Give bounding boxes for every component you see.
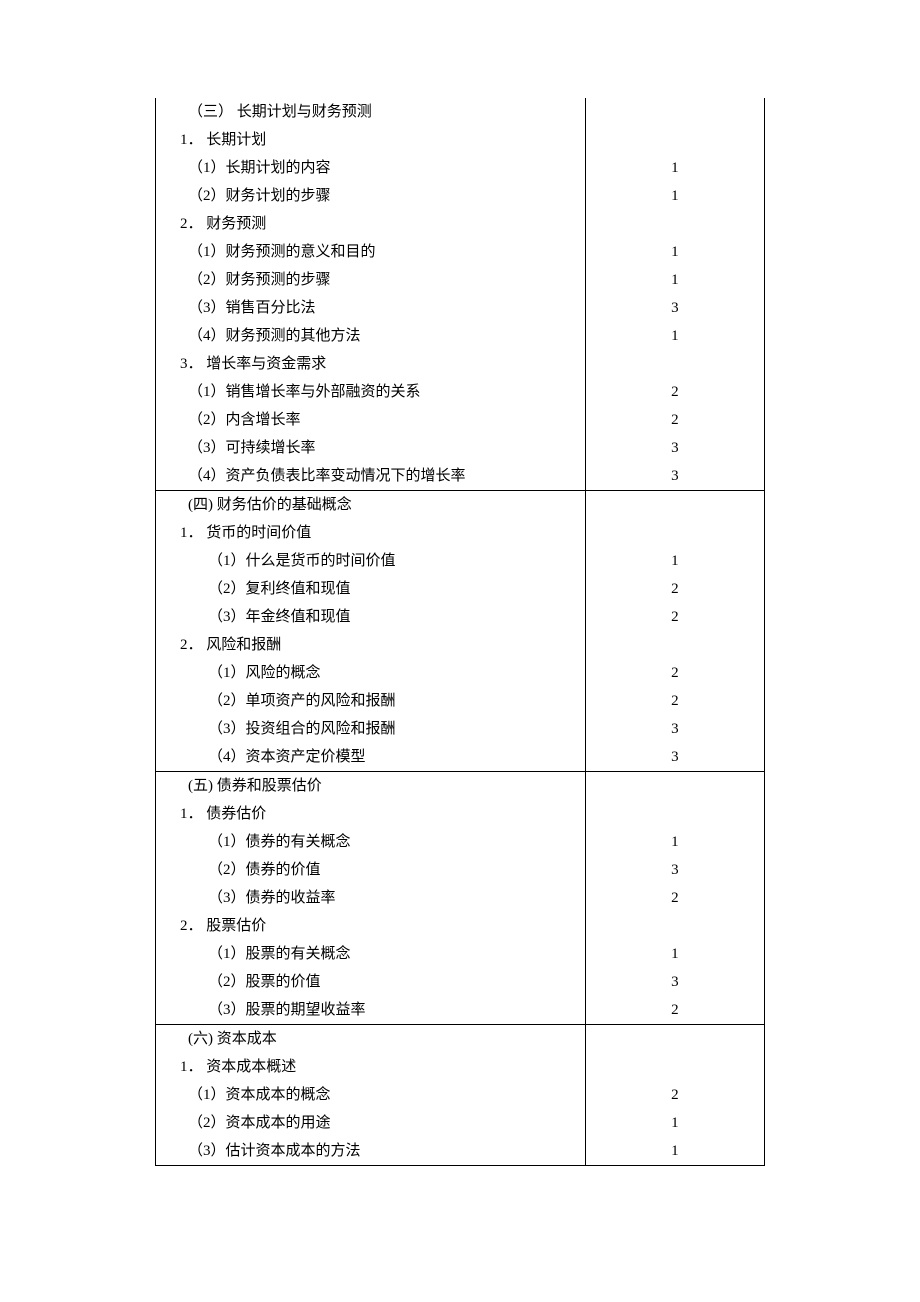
outline-number: 1 (586, 828, 764, 856)
outline-topic: (五) 债券和股票估价 (156, 772, 585, 800)
outline-topic: 1． 债券估价 (156, 800, 585, 828)
outline-topic: 2． 风险和报酬 (156, 631, 585, 659)
outline-topic: （3）可持续增长率 (156, 434, 585, 462)
outline-topic: （2）单项资产的风险和报酬 (156, 687, 585, 715)
outline-number: 2 (586, 603, 764, 631)
outline-topic: （三） 长期计划与财务预测 (156, 98, 585, 126)
outline-number (586, 800, 764, 828)
outline-number: 2 (586, 659, 764, 687)
outline-number: 1 (586, 1137, 764, 1165)
outline-topic: 2． 股票估价 (156, 912, 585, 940)
outline-number: 2 (586, 378, 764, 406)
outline-topic: （2）债券的价值 (156, 856, 585, 884)
outline-topic: （4）资本资产定价模型 (156, 743, 585, 771)
outline-number: 3 (586, 462, 764, 490)
outline-number: 2 (586, 406, 764, 434)
outline-number: 3 (586, 294, 764, 322)
outline-topic: 2． 财务预测 (156, 210, 585, 238)
outline-topic: （3）估计资本成本的方法 (156, 1137, 585, 1165)
outline-topic: 3． 增长率与资金需求 (156, 350, 585, 378)
outline-topic: （1）财务预测的意义和目的 (156, 238, 585, 266)
outline-number: 1 (586, 940, 764, 968)
outline-number: 3 (586, 856, 764, 884)
outline-number: 2 (586, 1081, 764, 1109)
outline-topic: （1）风险的概念 (156, 659, 585, 687)
outline-number: 2 (586, 687, 764, 715)
document-page: （三） 长期计划与财务预测1． 长期计划（1）长期计划的内容1（2）财务计划的步… (0, 0, 920, 1302)
outline-number: 3 (586, 715, 764, 743)
outline-number: 3 (586, 743, 764, 771)
outline-number (586, 1053, 764, 1081)
outline-topic: （3）股票的期望收益率 (156, 996, 585, 1024)
outline-topic: （1）资本成本的概念 (156, 1081, 585, 1109)
outline-number (586, 350, 764, 378)
outline-number (586, 210, 764, 238)
outline-number: 1 (586, 182, 764, 210)
outline-number: 1 (586, 154, 764, 182)
outline-number: 1 (586, 322, 764, 350)
outline-topic: （3）债券的收益率 (156, 884, 585, 912)
outline-topic: （1）长期计划的内容 (156, 154, 585, 182)
outline-number: 2 (586, 996, 764, 1024)
outline-topic: （2）资本成本的用途 (156, 1109, 585, 1137)
outline-topic: 1． 货币的时间价值 (156, 519, 585, 547)
outline-topic: 1． 长期计划 (156, 126, 585, 154)
outline-table: （三） 长期计划与财务预测1． 长期计划（1）长期计划的内容1（2）财务计划的步… (155, 98, 765, 1166)
outline-number (586, 491, 764, 519)
outline-number (586, 772, 764, 800)
outline-number: 2 (586, 575, 764, 603)
outline-number (586, 98, 764, 126)
outline-topic: （3）销售百分比法 (156, 294, 585, 322)
outline-topic: (六) 资本成本 (156, 1025, 585, 1053)
outline-number: 3 (586, 968, 764, 996)
outline-topic: （1）销售增长率与外部融资的关系 (156, 378, 585, 406)
outline-topic: （2）财务预测的步骤 (156, 266, 585, 294)
outline-topic: （4）财务预测的其他方法 (156, 322, 585, 350)
outline-number (586, 912, 764, 940)
outline-number: 1 (586, 547, 764, 575)
outline-topic: （1）债券的有关概念 (156, 828, 585, 856)
outline-topic: （3）投资组合的风险和报酬 (156, 715, 585, 743)
outline-number: 2 (586, 884, 764, 912)
outline-number: 1 (586, 1109, 764, 1137)
outline-number: 1 (586, 266, 764, 294)
outline-number (586, 126, 764, 154)
outline-topic: （2）内含增长率 (156, 406, 585, 434)
outline-number (586, 631, 764, 659)
outline-topic: （2）股票的价值 (156, 968, 585, 996)
outline-topic: 1． 资本成本概述 (156, 1053, 585, 1081)
outline-number: 3 (586, 434, 764, 462)
outline-number (586, 1025, 764, 1053)
outline-topic: （4）资产负债表比率变动情况下的增长率 (156, 462, 585, 490)
outline-topic: （1）股票的有关概念 (156, 940, 585, 968)
outline-topic: （1）什么是货币的时间价值 (156, 547, 585, 575)
outline-topic: （3）年金终值和现值 (156, 603, 585, 631)
outline-topic: (四) 财务估价的基础概念 (156, 491, 585, 519)
outline-topic: （2）财务计划的步骤 (156, 182, 585, 210)
outline-number (586, 519, 764, 547)
outline-number: 1 (586, 238, 764, 266)
outline-topic: （2）复利终值和现值 (156, 575, 585, 603)
